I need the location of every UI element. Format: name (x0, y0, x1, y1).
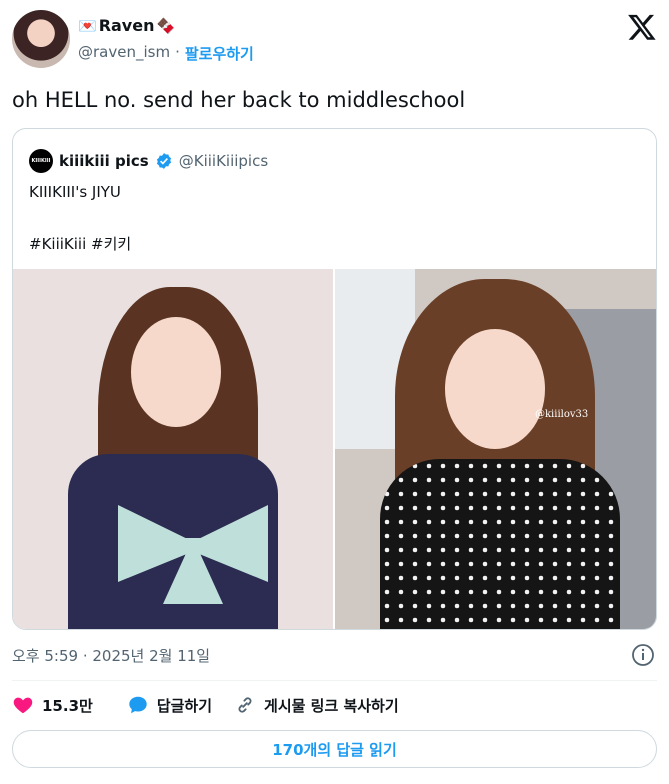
photo-face (131, 317, 221, 427)
info-icon[interactable] (631, 643, 655, 667)
divider (12, 680, 657, 681)
quoted-header: KIIIKIII kiiikiii pics @KiiiKiiipics (29, 149, 268, 173)
reply-label: 답글하기 (156, 696, 213, 715)
quoted-photo-right[interactable]: @kiiilov33 (335, 269, 656, 629)
quoted-text-line: KIIIKIII's JIYU (29, 183, 121, 201)
author-avatar[interactable] (12, 10, 70, 68)
copy-link-label: 게시물 링크 복사하기 (264, 696, 399, 715)
quoted-photo-left[interactable] (13, 269, 333, 629)
quoted-avatar[interactable]: KIIIKIII (29, 149, 53, 173)
tweet-timestamp[interactable]: 오후 5:59 · 2025년 2월 11일 (12, 645, 210, 666)
copy-link-button[interactable]: 게시물 링크 복사하기 (234, 694, 399, 716)
author-handle[interactable]: @raven_ism (78, 43, 170, 64)
photo-face-right (445, 329, 545, 449)
like-button[interactable]: 15.3만 (12, 694, 93, 716)
quoted-tweet[interactable]: KIIIKIII kiiikiii pics @KiiiKiiipics KII… (12, 128, 657, 630)
tweet-actions: 15.3만 답글하기 게시물 링크 복사하기 (12, 690, 399, 720)
read-replies-button[interactable]: 170개의 답글 읽기 (12, 730, 657, 768)
photo-polka-dot-top (380, 459, 620, 629)
quoted-handle[interactable]: @KiiiKiiipics (179, 152, 268, 170)
reply-bubble-icon (129, 696, 147, 714)
heart-icon (13, 697, 33, 714)
author-handle-row: @raven_ism · 팔로우하기 (78, 43, 254, 64)
author-display-name[interactable]: Raven (99, 16, 155, 35)
verified-badge-icon (156, 153, 171, 169)
x-logo-icon[interactable] (627, 12, 657, 42)
separator-dot: · (175, 43, 180, 61)
follow-link[interactable]: 팔로우하기 (185, 43, 254, 64)
love-letter-emoji: 💌 (78, 16, 97, 35)
reply-button[interactable]: 답글하기 (127, 694, 212, 716)
quoted-hashtags[interactable]: #KiiiKiii #키키 (29, 233, 131, 254)
tweet-header: 💌 Raven 🍫 @raven_ism · 팔로우하기 (12, 10, 657, 70)
tweet-text: oh HELL no. send her back to middleschoo… (12, 88, 466, 112)
quoted-name[interactable]: kiiikiii pics (59, 152, 149, 170)
like-count: 15.3만 (42, 696, 93, 715)
link-icon (238, 697, 252, 713)
chocolate-emoji: 🍫 (156, 16, 176, 35)
photo-watermark: @kiiilov33 (535, 409, 589, 420)
author-name-row[interactable]: 💌 Raven 🍫 (78, 16, 175, 35)
